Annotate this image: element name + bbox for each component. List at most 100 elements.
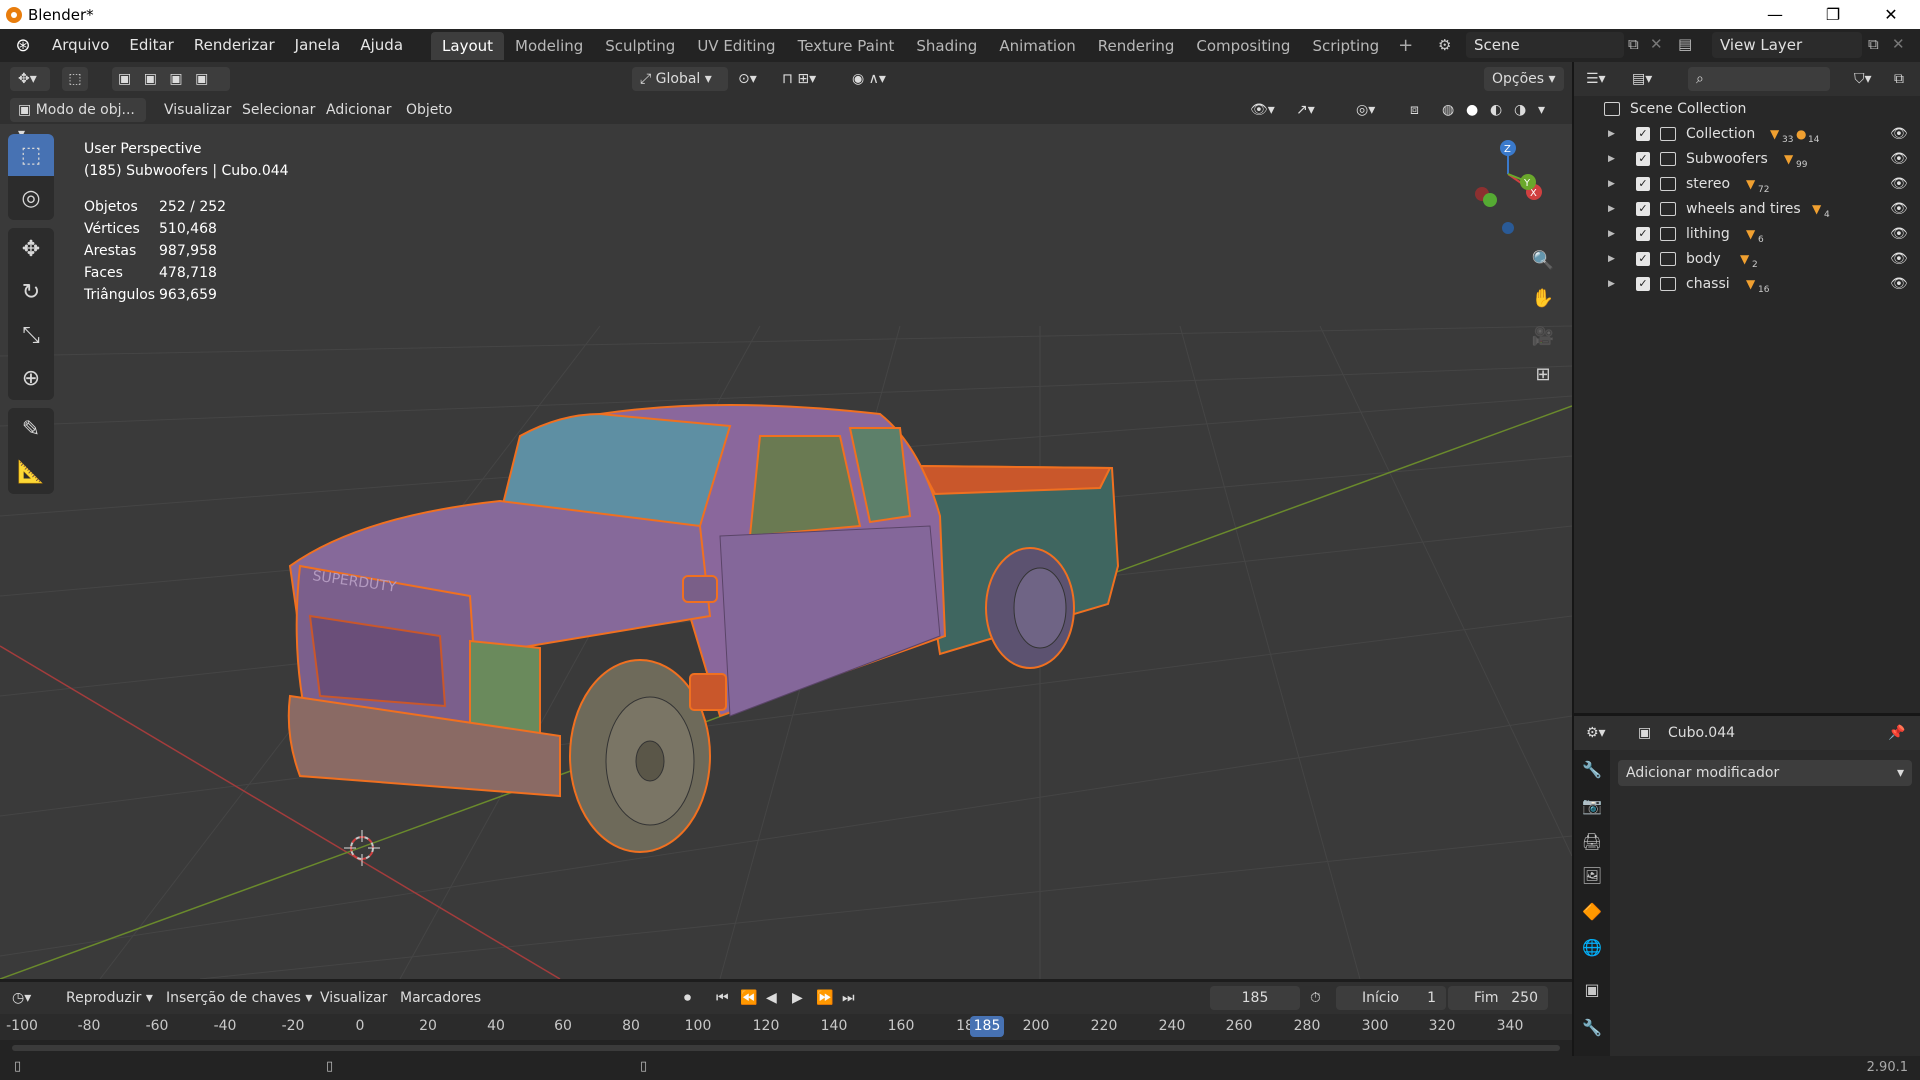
next-keyframe-icon[interactable]: ⏩ — [816, 986, 833, 1010]
modifier-properties-icon[interactable]: 🔧 — [1580, 1016, 1604, 1040]
start-frame-field[interactable]: Início 1 — [1336, 986, 1446, 1010]
current-frame-field[interactable]: 185 — [1210, 986, 1300, 1010]
3d-viewport[interactable]: SUPERDUTY — [0, 96, 1572, 979]
delete-view-layer-icon[interactable]: ✕ — [1892, 35, 1905, 53]
tool-settings-icon[interactable]: 🔧 — [1580, 758, 1604, 782]
timeline-editor-type-icon[interactable]: ◷▾ — [12, 986, 52, 1010]
exclude-checkbox[interactable]: ✓ — [1636, 126, 1650, 141]
wireframe-shading-icon[interactable]: ◍ — [1442, 98, 1454, 122]
solid-shading-icon[interactable]: ● — [1466, 98, 1478, 122]
exclude-checkbox[interactable]: ✓ — [1636, 176, 1650, 191]
record-icon[interactable]: ⏺ — [684, 986, 691, 1010]
exclude-checkbox[interactable]: ✓ — [1636, 201, 1650, 216]
jump-start-icon[interactable]: ⏮ — [716, 986, 729, 1010]
display-mode-icon[interactable]: ▤▾ — [1632, 67, 1672, 91]
rotate-tool-icon[interactable]: ↻ — [8, 271, 54, 313]
add-workspace-button[interactable]: + — [1390, 35, 1421, 56]
new-view-layer-icon[interactable]: ⧉ — [1868, 35, 1879, 53]
blender-logo-icon[interactable]: ⊛ — [12, 35, 34, 57]
play-reverse-icon[interactable]: ◀ — [766, 986, 777, 1010]
menu-markers[interactable]: Marcadores — [392, 986, 489, 1010]
tab-layout[interactable]: Layout — [431, 31, 505, 60]
annotate-tool-icon[interactable]: ✎ — [8, 408, 54, 450]
menu-object[interactable]: Objeto — [398, 98, 460, 122]
new-collection-icon[interactable]: ⧉ — [1894, 67, 1904, 91]
delete-scene-icon[interactable]: ✕ — [1650, 35, 1663, 53]
filter-icon[interactable]: ⛉▾ — [1854, 67, 1872, 91]
scale-tool-icon[interactable]: ⤡ — [8, 314, 54, 356]
menu-render[interactable]: Renderizar — [184, 29, 285, 62]
output-properties-icon[interactable]: 🖨 — [1580, 830, 1604, 854]
tab-animation[interactable]: Animation — [988, 32, 1086, 60]
playhead[interactable]: 185 — [970, 1016, 1004, 1037]
options-dropdown[interactable]: Opções ▾ — [1484, 67, 1564, 91]
outliner-row-collection[interactable]: ▶ ✓ chassi ▼ 16 👁 — [1574, 271, 1920, 296]
select-box-tool-icon[interactable]: ⬚ — [8, 134, 54, 176]
exclude-checkbox[interactable]: ✓ — [1636, 251, 1650, 266]
tab-sculpting[interactable]: Sculpting — [594, 32, 686, 60]
expand-arrow-icon[interactable]: ▶ — [1608, 204, 1615, 214]
mode-dropdown[interactable]: ▣ Modo de obj... ▾ — [10, 98, 146, 142]
expand-arrow-icon[interactable]: ▶ — [1608, 129, 1615, 139]
visibility-eye-icon[interactable]: 👁 — [1890, 251, 1908, 267]
add-modifier-dropdown[interactable]: Adicionar modificador ▾ — [1618, 760, 1912, 786]
menu-keying[interactable]: Inserção de chaves ▾ — [158, 986, 320, 1010]
select-subtract-icon[interactable]: ▣ — [169, 71, 182, 87]
menu-window[interactable]: Janela — [285, 29, 351, 62]
pin-icon[interactable]: 📌 — [1888, 721, 1905, 745]
rendered-shading-icon[interactable]: ◑ — [1514, 98, 1526, 122]
scene-properties-icon[interactable]: 🔶 — [1580, 900, 1604, 924]
transform-orientation-dropdown[interactable]: ⤢ Global ▾ — [632, 67, 728, 91]
outliner-row-collection[interactable]: ▶ ✓ Subwoofers ▼ 99 👁 — [1574, 146, 1920, 171]
visibility-eye-icon[interactable]: 👁 — [1890, 201, 1908, 217]
timeline-ruler[interactable]: -100 -80 -60 -40 -20 0 20 40 60 80 100 1… — [0, 1014, 1572, 1040]
tab-uv-editing[interactable]: UV Editing — [686, 32, 786, 60]
outliner-row-collection[interactable]: ▶ ✓ lithing ▼ 6 👁 — [1574, 221, 1920, 246]
play-icon[interactable]: ▶ — [792, 986, 803, 1010]
select-mode-buttons[interactable]: ▣ ▣ ▣ ▣ ▣ — [112, 67, 230, 111]
end-frame-field[interactable]: Fim 250 — [1448, 986, 1548, 1010]
close-button[interactable]: ✕ — [1862, 0, 1920, 29]
snap-icon[interactable]: ⊓ ⊞▾ — [782, 67, 844, 91]
proportional-editing-icon[interactable]: ◉ ∧▾ — [852, 67, 912, 91]
menu-select[interactable]: Selecionar — [234, 98, 323, 122]
menu-add[interactable]: Adicionar — [318, 98, 399, 122]
preview-range-icon[interactable]: ⏱ — [1310, 986, 1321, 1010]
minimize-button[interactable]: — — [1746, 0, 1804, 29]
outliner-row-collection[interactable]: ▶ ✓ wheels and tires ▼ 4 👁 — [1574, 196, 1920, 221]
scene-collection-row[interactable]: Scene Collection — [1574, 96, 1920, 121]
visibility-eye-icon[interactable]: 👁 — [1890, 176, 1908, 192]
scene-selector-icon[interactable]: ⚙ — [1428, 29, 1461, 62]
prev-keyframe-icon[interactable]: ⏪ — [740, 986, 757, 1010]
menu-edit[interactable]: Editar — [119, 29, 183, 62]
measure-tool-icon[interactable]: 📐 — [8, 451, 54, 493]
pan-hand-icon[interactable]: ✋ — [1527, 282, 1559, 314]
menu-playback[interactable]: Reproduzir ▾ — [58, 986, 161, 1010]
visibility-eye-icon[interactable]: 👁 — [1890, 226, 1908, 242]
select-invert-icon[interactable]: ▣ — [195, 71, 208, 87]
maximize-button[interactable]: ❐ — [1804, 0, 1862, 29]
move-tool-icon[interactable]: ✥ — [8, 228, 54, 270]
xray-icon[interactable]: ⧈ — [1410, 98, 1419, 122]
outliner-row-collection[interactable]: ▶ ✓ body ▼ 2 👁 — [1574, 246, 1920, 271]
ortho-grid-icon[interactable]: ⊞ — [1527, 358, 1559, 390]
new-scene-icon[interactable]: ⧉ — [1628, 35, 1639, 53]
expand-arrow-icon[interactable]: ▶ — [1608, 229, 1615, 239]
timeline-scrollbar[interactable] — [0, 1040, 1572, 1056]
properties-editor-type-icon[interactable]: ⚙▾ — [1586, 721, 1626, 745]
view-layer-icon[interactable]: ▤ — [1678, 35, 1692, 53]
expand-arrow-icon[interactable]: ▶ — [1608, 179, 1615, 189]
select-tool-icon[interactable]: ⬚ — [62, 67, 88, 91]
tab-scripting[interactable]: Scripting — [1301, 32, 1390, 60]
shading-options-icon[interactable]: ▾ — [1538, 98, 1545, 122]
transform-tool-icon[interactable]: ⊕ — [8, 357, 54, 399]
expand-arrow-icon[interactable]: ▶ — [1608, 254, 1615, 264]
tab-rendering[interactable]: Rendering — [1087, 32, 1186, 60]
menu-file[interactable]: Arquivo — [42, 29, 119, 62]
zoom-icon[interactable]: 🔍 — [1527, 244, 1559, 276]
menu-view[interactable]: Visualizar — [156, 98, 239, 122]
render-properties-icon[interactable]: 📷 — [1580, 794, 1604, 818]
tab-shading[interactable]: Shading — [905, 32, 988, 60]
select-extend-icon[interactable]: ▣ — [144, 71, 157, 87]
scrollbar-thumb[interactable] — [12, 1045, 1560, 1051]
